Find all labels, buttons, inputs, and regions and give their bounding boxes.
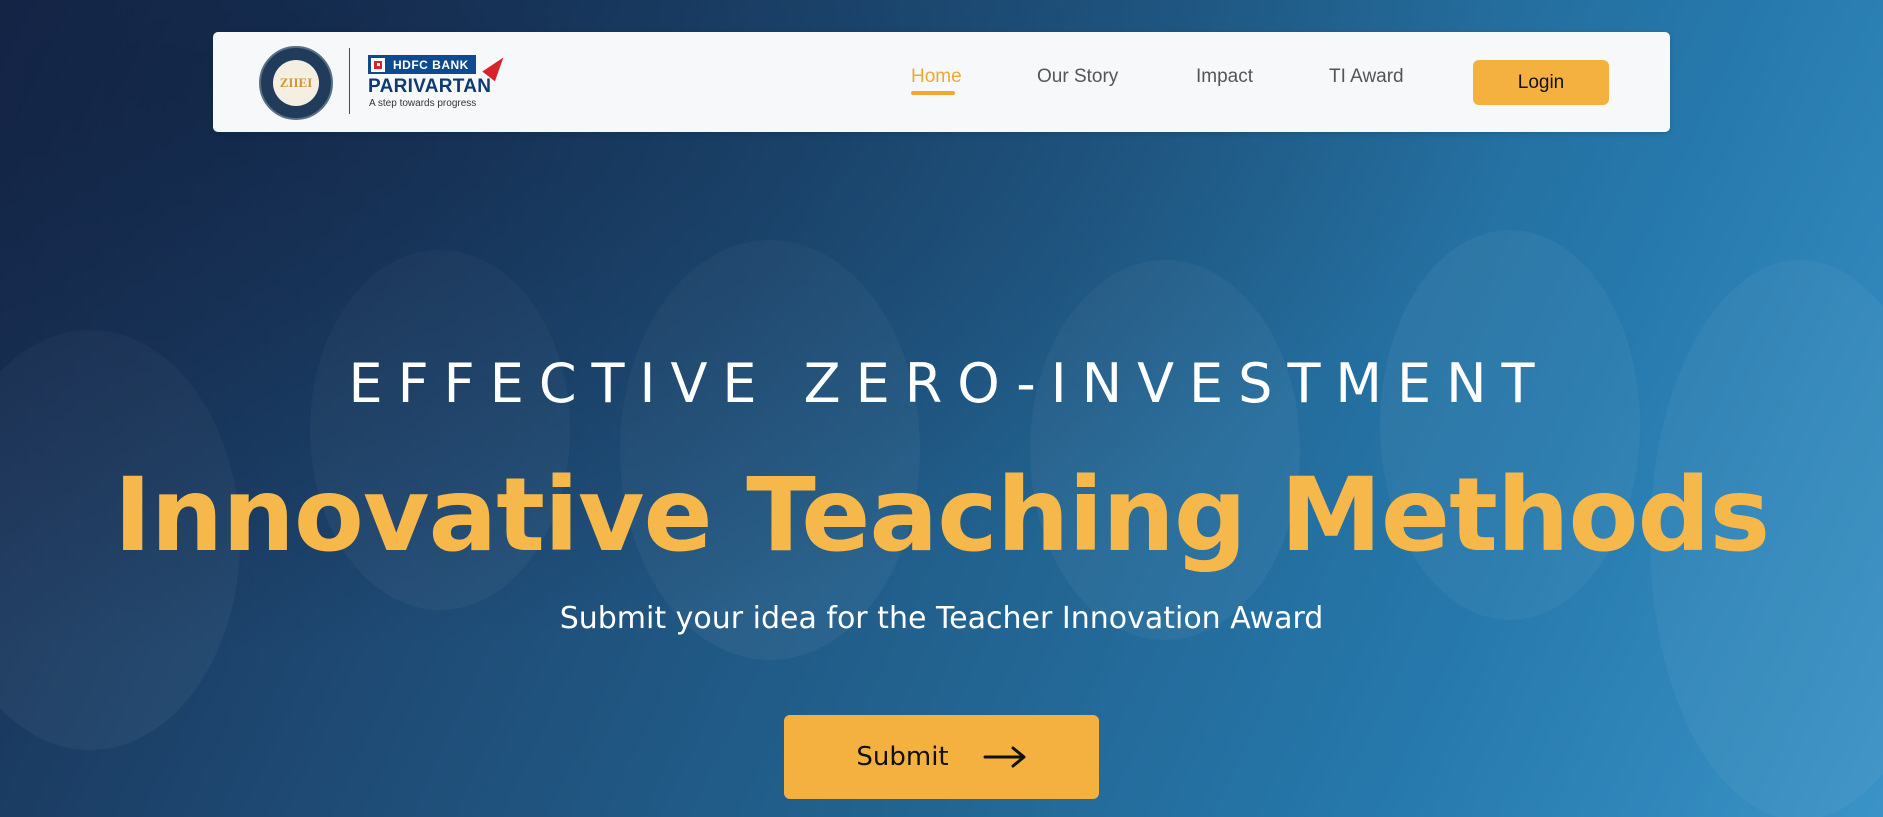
hero-subtitle: Submit your idea for the Teacher Innovat… — [559, 601, 1324, 636]
nav-home[interactable]: Home — [911, 66, 962, 88]
hdfc-bank-badge[interactable]: HDFC BANK — [368, 55, 476, 74]
nav-active-indicator — [911, 91, 955, 95]
ziiei-logo-text: ZIIEI — [279, 75, 313, 90]
submit-button-label: Submit — [856, 742, 949, 772]
login-button[interactable]: Login — [1473, 60, 1609, 105]
hdfc-bank-label: HDFC BANK — [393, 57, 469, 72]
top-navbar: ZIIEI HDFC BANK PARIVARTAN A step toward… — [213, 32, 1670, 132]
arrow-right-icon — [983, 746, 1026, 768]
submit-button[interactable]: Submit — [784, 715, 1099, 799]
nav-impact[interactable]: Impact — [1196, 66, 1253, 88]
hdfc-square-icon — [371, 57, 385, 72]
logo-divider — [349, 48, 350, 114]
nav-our-story[interactable]: Our Story — [1037, 66, 1118, 88]
hero-title: Innovative Teaching Methods — [113, 456, 1771, 575]
nav-ti-award[interactable]: TI Award — [1329, 66, 1404, 88]
hero-eyebrow: EFFECTIVE ZERO-INVESTMENT — [348, 352, 1550, 415]
ziiei-logo[interactable]: ZIIEI — [259, 46, 333, 120]
parivartan-title: PARIVARTAN — [368, 76, 492, 97]
parivartan-tagline: A step towards progress — [369, 98, 477, 109]
